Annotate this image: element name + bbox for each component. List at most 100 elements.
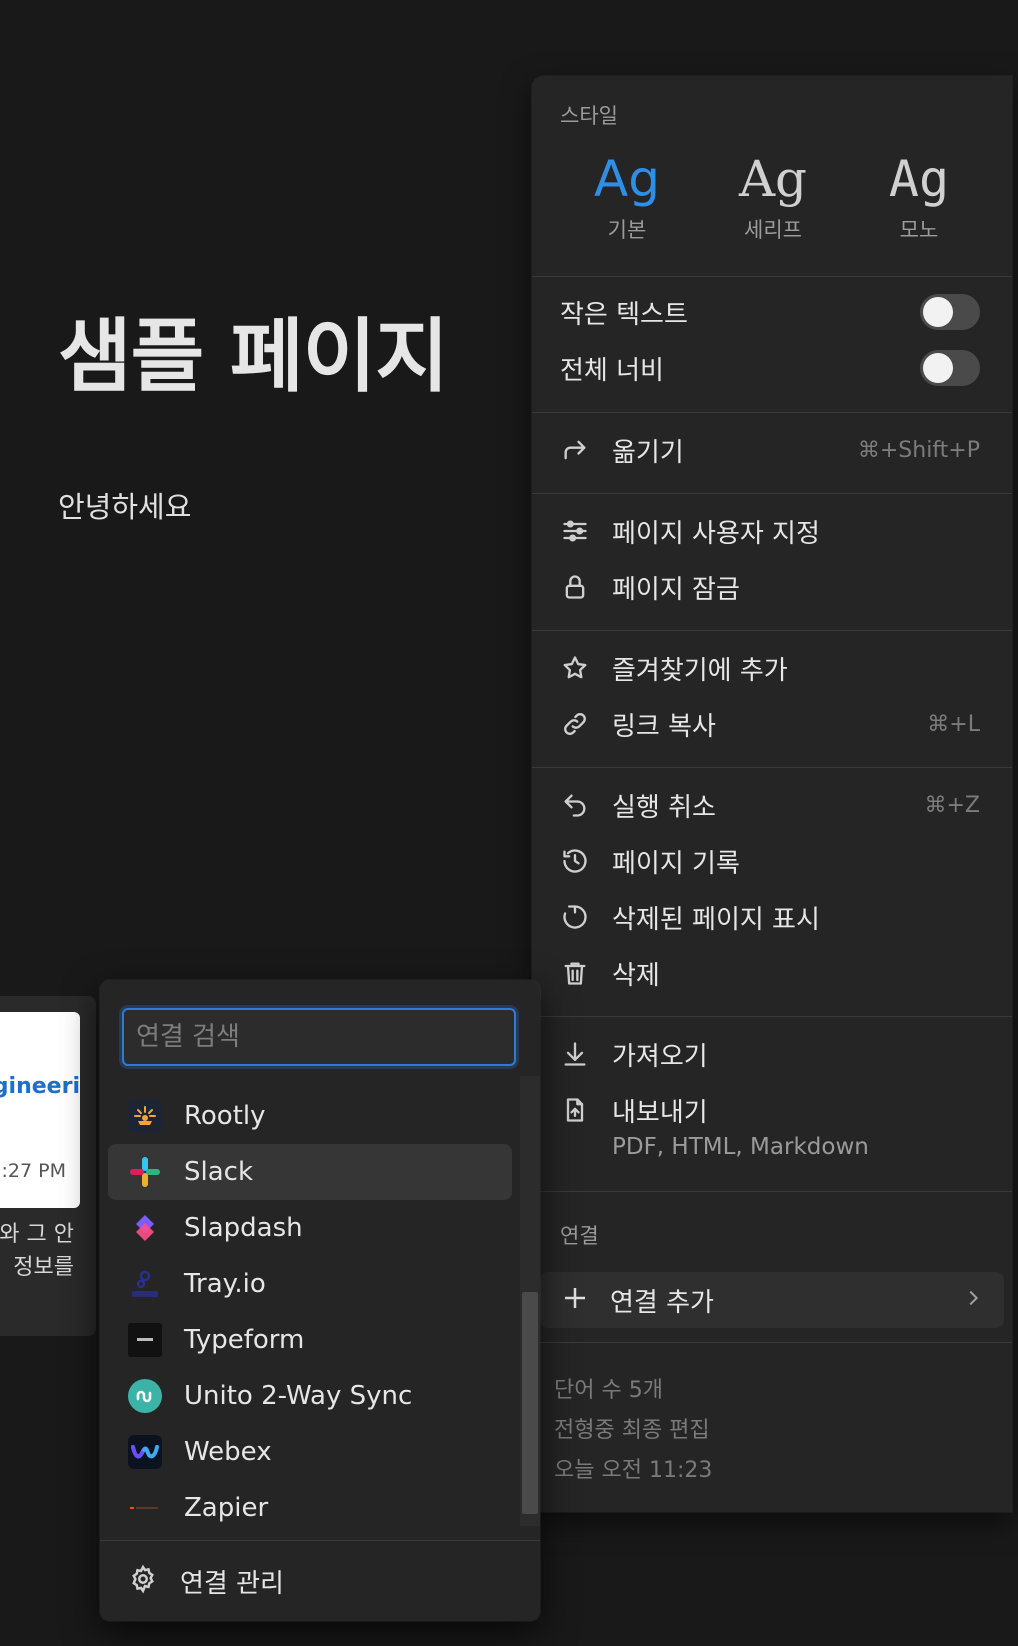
customize-page-label: 페이지 사용자 지정 [612,518,820,549]
import-menu-item[interactable]: 가져오기 [560,1030,980,1078]
export-formats: PDF, HTML, Markdown [612,1134,869,1160]
preview-time: :27 PM [1,1160,66,1182]
customize-page-menu-item[interactable]: 페이지 사용자 지정 [560,507,980,555]
page-title[interactable]: 샘플 페이지 [58,292,449,408]
page-body-text[interactable]: 안녕하세요 [58,484,191,526]
connection-item-slack[interactable]: Slack [108,1144,512,1200]
style-mono-option[interactable]: Ag 모노 [874,150,964,244]
move-menu-item[interactable]: 옮기기 ⌘+Shift+P [560,426,980,474]
last-edited-by: 전형중 최종 편집 [554,1418,710,1443]
copy-link-label: 링크 복사 [612,711,716,742]
style-options: Ag 기본 Ag 세리프 Ag 모노 [532,150,1012,244]
connection-name: Typeform [184,1325,305,1355]
connection-item-webex[interactable]: Webex [108,1424,512,1480]
page-history-label: 페이지 기록 [612,848,740,879]
divider [532,493,1012,494]
delete-label: 삭제 [612,960,660,991]
divider [532,767,1012,768]
star-icon [560,653,590,683]
background-preview-card: ngineeri :27 PM 와 그 안 정보를 [0,996,96,1336]
full-width-row[interactable]: 전체 너비 [560,344,980,392]
move-shortcut: ⌘+Shift+P [857,437,980,463]
style-mono-glyph: Ag [888,150,950,208]
add-favorite-menu-item[interactable]: 즐겨찾기에 추가 [560,644,980,692]
undo-label: 실행 취소 [612,792,716,823]
word-count: 단어 수 5개 [554,1378,663,1403]
restore-icon [560,902,590,932]
style-mono-label: 모노 [899,218,939,242]
connection-name: Unito 2-Way Sync [184,1381,413,1411]
divider [532,276,1012,277]
webex-icon [128,1435,162,1469]
rootly-icon [128,1099,162,1133]
connection-name: Tray.io [184,1269,266,1299]
page-settings-menu: 스타일 Ag 기본 Ag 세리프 Ag 모노 작은 텍스트 전체 너비 옮기기 … [532,76,1012,1512]
page-history-menu-item[interactable]: 페이지 기록 [560,837,980,885]
connection-search-box[interactable] [122,1008,516,1066]
connection-search-input[interactable] [124,1010,514,1064]
small-text-row[interactable]: 작은 텍스트 [560,288,980,336]
add-connection-label: 연결 추가 [610,1287,714,1318]
show-deleted-pages-label: 삭제된 페이지 표시 [612,904,820,935]
style-serif-glyph: Ag [738,150,808,208]
gear-icon [128,1564,158,1598]
plus-icon [560,1283,590,1317]
link-icon [560,709,590,739]
import-label: 가져오기 [612,1041,708,1072]
connections-popup: Rootly Slack Slapdash Tray.io Typeform [100,980,540,1621]
connection-list: Rootly Slack Slapdash Tray.io Typeform U… [108,1088,512,1536]
last-edited-time: 오늘 오전 11:23 [554,1458,713,1483]
add-connection-menu-item[interactable]: 연결 추가 [540,1272,1004,1328]
divider [532,1191,1012,1192]
style-default-label: 기본 [607,218,647,242]
connection-item-zapier[interactable]: Zapier [108,1480,512,1536]
connection-name: Zapier [184,1493,269,1523]
style-default-glyph: Ag [594,150,660,208]
divider [532,412,1012,413]
trayio-icon [128,1267,162,1301]
undo-icon [560,790,590,820]
connection-item-slapdash[interactable]: Slapdash [108,1200,512,1256]
divider [532,1016,1012,1017]
full-width-toggle[interactable] [920,350,980,386]
scrollbar-thumb[interactable] [522,1292,538,1514]
connection-item-typeform[interactable]: Typeform [108,1312,512,1368]
small-text-toggle[interactable] [920,294,980,330]
export-menu-item[interactable]: 내보내기 [560,1086,980,1134]
download-icon [560,1039,590,1069]
connection-name: Webex [184,1437,272,1467]
history-icon [560,846,590,876]
move-label: 옮기기 [612,437,684,468]
copy-link-menu-item[interactable]: 링크 복사 ⌘+L [560,700,980,748]
show-deleted-pages-menu-item[interactable]: 삭제된 페이지 표시 [560,893,980,941]
export-file-icon [560,1095,590,1125]
style-serif-option[interactable]: Ag 세리프 [728,150,818,244]
delete-menu-item[interactable]: 삭제 [560,949,980,997]
export-label: 내보내기 [612,1097,708,1128]
slack-icon [128,1155,162,1189]
preview-title: ngineeri [0,1074,80,1099]
full-width-label: 전체 너비 [560,355,664,386]
sliders-icon [560,516,590,546]
trash-icon [560,958,590,988]
divider [532,630,1012,631]
copy-link-shortcut: ⌘+L [927,711,980,737]
undo-menu-item[interactable]: 실행 취소 ⌘+Z [560,781,980,829]
small-text-label: 작은 텍스트 [560,299,688,330]
style-default-option[interactable]: Ag 기본 [582,150,672,244]
zapier-icon [128,1491,162,1525]
connection-item-trayio[interactable]: Tray.io [108,1256,512,1312]
connection-item-rootly[interactable]: Rootly [108,1088,512,1144]
lock-page-menu-item[interactable]: 페이지 잠금 [560,563,980,611]
connections-section-label: 연결 [560,1224,599,1248]
connection-list-scrollbar[interactable] [520,1076,540,1526]
add-favorite-label: 즐겨찾기에 추가 [612,655,788,686]
connection-item-unito[interactable]: Unito 2-Way Sync [108,1368,512,1424]
manage-connections-label: 연결 관리 [180,1568,284,1599]
manage-connections-button[interactable]: 연결 관리 [100,1540,540,1621]
lock-page-label: 페이지 잠금 [612,574,740,605]
undo-shortcut: ⌘+Z [924,792,980,818]
chevron-right-icon [962,1287,984,1313]
connection-name: Slapdash [184,1213,303,1243]
move-arrow-icon [560,435,590,465]
